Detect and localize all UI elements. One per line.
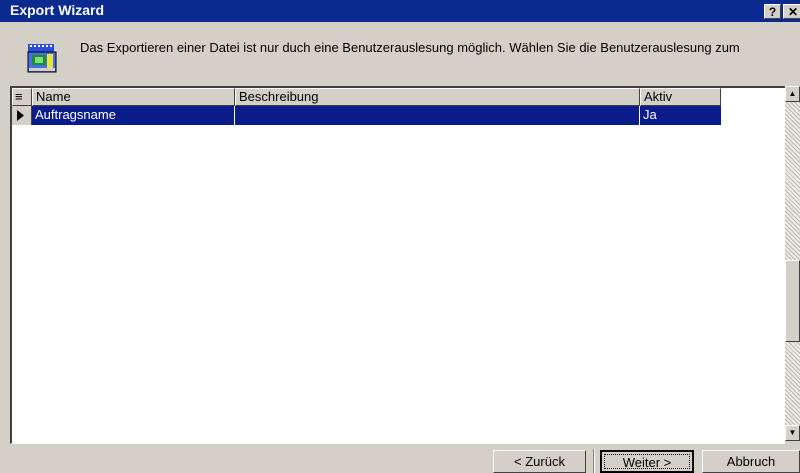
button-bar: < Zurück Weiter > Abbruch: [0, 445, 800, 473]
column-header-beschreibung[interactable]: Beschreibung: [235, 88, 640, 106]
button-divider: [593, 449, 595, 473]
cell-aktiv: Ja: [643, 107, 657, 122]
column-header-name[interactable]: Name: [32, 88, 235, 106]
info-panel: Das Exportieren einer Datei ist nur duch…: [0, 22, 800, 84]
scroll-down-icon: ▼: [788, 428, 797, 437]
vertical-scrollbar[interactable]: ▲ ▼: [785, 86, 800, 441]
scroll-thumb[interactable]: [785, 260, 800, 342]
cell-name: Auftragsname: [32, 106, 235, 125]
cancel-button[interactable]: Abbruch: [702, 450, 800, 473]
scroll-down-button[interactable]: ▼: [785, 425, 800, 441]
grid-menu-icon: ≡: [15, 89, 23, 104]
close-icon: ✕: [787, 5, 799, 19]
close-button[interactable]: ✕: [783, 4, 800, 19]
window-title: Export Wizard: [10, 2, 104, 18]
scroll-up-icon: ▲: [788, 89, 797, 98]
next-button[interactable]: Weiter >: [600, 450, 694, 473]
table-row[interactable]: Auftragsname Ja: [32, 106, 721, 125]
column-header-aktiv[interactable]: Aktiv: [640, 88, 721, 106]
help-button[interactable]: ?: [764, 4, 781, 19]
row-indicator: [12, 106, 32, 125]
current-row-arrow-icon: [17, 110, 24, 121]
grid-corner: ≡: [12, 88, 32, 106]
info-text: Das Exportieren einer Datei ist nur duch…: [80, 40, 740, 55]
back-button[interactable]: < Zurück: [493, 450, 586, 473]
export-wizard-icon: [27, 44, 57, 73]
export-wizard-window: Export Wizard ? ✕ Das Exportieren einer …: [0, 0, 800, 473]
title-bar: Export Wizard ? ✕: [0, 0, 800, 22]
cell-beschreibung: [235, 106, 640, 125]
user-readout-grid[interactable]: ≡ Name Beschreibung Aktiv Auftragsname J…: [10, 86, 785, 444]
scroll-up-button[interactable]: ▲: [785, 86, 800, 102]
